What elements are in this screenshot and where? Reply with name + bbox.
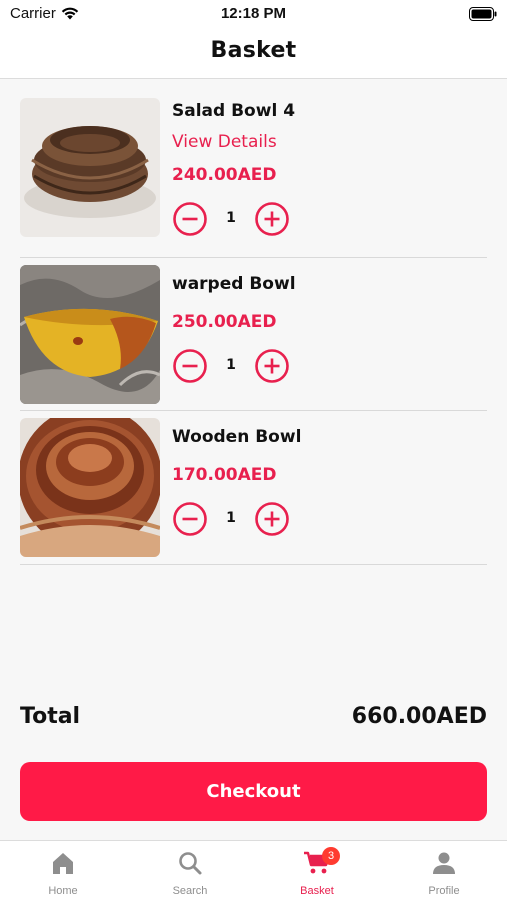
increase-quantity-button[interactable] bbox=[254, 501, 290, 537]
quantity-stepper: 1 bbox=[172, 348, 292, 384]
product-price: 250.00AED bbox=[172, 312, 277, 332]
product-image-salad-bowl[interactable] bbox=[20, 98, 160, 237]
product-price: 170.00AED bbox=[172, 465, 277, 485]
increase-quantity-button[interactable] bbox=[254, 201, 290, 237]
basket-item: Wooden Bowl 170.00AED 1 bbox=[20, 411, 487, 565]
home-icon bbox=[53, 853, 73, 874]
quantity-value: 1 bbox=[226, 210, 236, 226]
minus-circle-icon bbox=[173, 202, 207, 236]
minus-circle-icon bbox=[173, 349, 207, 383]
tab-label: Basket bbox=[300, 885, 334, 897]
total-amount: 660.00AED bbox=[351, 704, 487, 729]
quantity-value: 1 bbox=[226, 510, 236, 526]
quantity-value: 1 bbox=[226, 357, 236, 373]
basket-list: Salad Bowl 4 View Details 240.00AED 1 wa… bbox=[20, 90, 487, 565]
product-image-warped-bowl[interactable] bbox=[20, 265, 160, 404]
search-icon bbox=[179, 852, 202, 875]
total-label: Total bbox=[20, 704, 81, 729]
tab-label: Profile bbox=[428, 885, 460, 897]
page-title: Basket bbox=[210, 38, 297, 63]
tab-label: Search bbox=[172, 885, 208, 897]
product-name: Salad Bowl 4 bbox=[172, 101, 296, 121]
person-icon bbox=[433, 852, 455, 874]
decrease-quantity-button[interactable] bbox=[172, 348, 208, 384]
cart-count-badge: 3 bbox=[322, 847, 340, 865]
tab-bar: Home Search 3 Basket Profile bbox=[0, 840, 507, 901]
decrease-quantity-button[interactable] bbox=[172, 501, 208, 537]
quantity-stepper: 1 bbox=[172, 201, 292, 237]
tab-search[interactable]: Search bbox=[127, 841, 253, 901]
tab-label: Home bbox=[48, 885, 78, 897]
nav-bar: Basket bbox=[0, 30, 507, 79]
battery-icon bbox=[469, 7, 497, 21]
view-details-link[interactable]: View Details bbox=[172, 132, 277, 152]
decrease-quantity-button[interactable] bbox=[172, 201, 208, 237]
product-name: warped Bowl bbox=[172, 274, 296, 294]
quantity-stepper: 1 bbox=[172, 501, 292, 537]
status-time: 12:18 PM bbox=[220, 5, 287, 22]
tab-home[interactable]: Home bbox=[0, 841, 126, 901]
minus-circle-icon bbox=[173, 502, 207, 536]
plus-circle-icon bbox=[255, 202, 289, 236]
tab-basket[interactable]: 3 Basket bbox=[254, 841, 380, 901]
tab-profile[interactable]: Profile bbox=[381, 841, 507, 901]
product-image-wooden-bowl[interactable] bbox=[20, 418, 160, 557]
basket-item: warped Bowl 250.00AED 1 bbox=[20, 258, 487, 411]
plus-circle-icon bbox=[255, 502, 289, 536]
total-row: Total 660.00AED bbox=[20, 704, 487, 736]
increase-quantity-button[interactable] bbox=[254, 348, 290, 384]
status-bar: Carrier 12:18 PM bbox=[0, 0, 507, 30]
product-name: Wooden Bowl bbox=[172, 427, 302, 447]
basket-item: Salad Bowl 4 View Details 240.00AED 1 bbox=[20, 90, 487, 258]
product-price: 240.00AED bbox=[172, 165, 277, 185]
checkout-button[interactable]: Checkout bbox=[20, 762, 487, 821]
plus-circle-icon bbox=[255, 349, 289, 383]
